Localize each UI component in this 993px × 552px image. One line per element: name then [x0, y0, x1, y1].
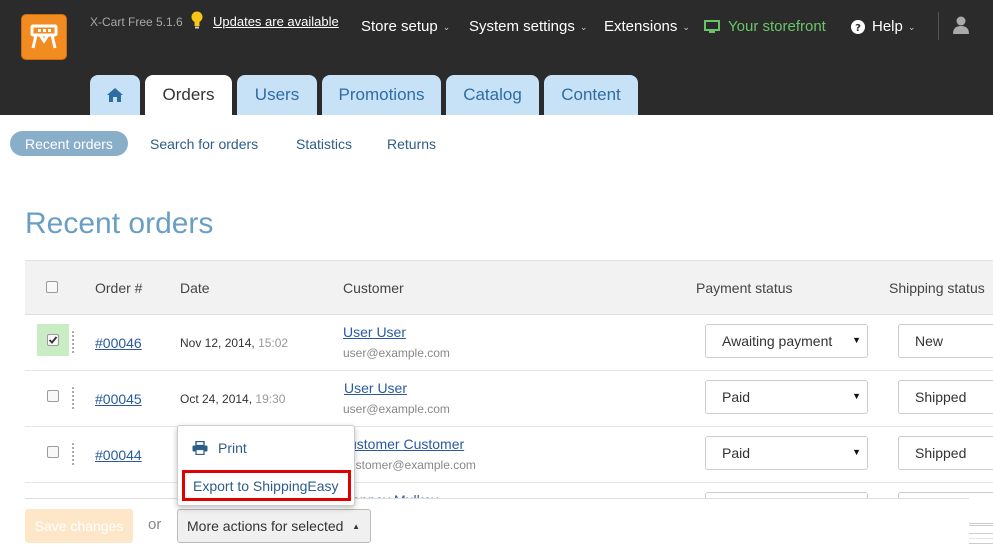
table-row: #00045 Oct 24, 2014, 19:30 User User use…: [25, 371, 993, 427]
shipping-status-select[interactable]: New: [898, 324, 993, 358]
tab-catalog[interactable]: Catalog: [446, 75, 539, 115]
tab-orders[interactable]: Orders: [145, 75, 232, 115]
subnav-search-orders[interactable]: Search for orders: [150, 131, 258, 156]
admin-page: X-Cart Free 5.1.6 Updates are available …: [0, 0, 993, 552]
payment-status-select[interactable]: Paid ▼: [705, 380, 868, 414]
column-shipping-status[interactable]: Shipping status: [889, 280, 985, 296]
table-row: #00046 Nov 12, 2014, 15:02 User User use…: [25, 315, 993, 371]
shipping-status-select[interactable]: Shipped: [898, 380, 993, 414]
customer-email: ustomer@example.com: [349, 458, 476, 472]
order-date: Nov 12, 2014, 15:02: [180, 336, 289, 350]
column-order[interactable]: Order #: [95, 280, 142, 296]
table-header: Order # Date Customer Payment status Shi…: [25, 260, 993, 315]
lightbulb-icon: [191, 11, 203, 29]
subnav-recent-orders[interactable]: Recent orders: [10, 131, 128, 156]
more-actions-button[interactable]: More actions for selected ▲: [177, 509, 371, 543]
table-row: #00044 ustomer Customer ustomer@example.…: [25, 427, 993, 483]
payment-status-select[interactable]: Paid ▼: [705, 436, 868, 470]
row-checkbox-cell[interactable]: [37, 436, 69, 468]
bottom-action-bar: [25, 498, 969, 552]
shipping-status-select[interactable]: Shipped: [898, 436, 993, 470]
subnav-statistics[interactable]: Statistics: [296, 131, 352, 156]
order-number-link[interactable]: #00044: [95, 447, 142, 463]
column-date[interactable]: Date: [180, 280, 210, 296]
tab-home[interactable]: [90, 75, 140, 115]
dropdown-arrow-icon: ▼: [852, 391, 861, 401]
resize-handle[interactable]: [969, 523, 993, 552]
user-icon[interactable]: [952, 16, 970, 34]
column-payment-status[interactable]: Payment status: [696, 280, 793, 296]
customer-name-link[interactable]: ustomer Customer: [349, 436, 464, 452]
customer-email: user@example.com: [343, 346, 450, 360]
customer-name-link[interactable]: User User: [343, 324, 406, 340]
dropdown-arrow-icon: ▼: [852, 447, 861, 457]
xcart-logo[interactable]: [21, 14, 67, 60]
dropdown-arrow-icon: ▼: [852, 335, 861, 345]
tab-content[interactable]: Content: [544, 75, 638, 115]
drag-handle[interactable]: [72, 387, 74, 409]
nav-extensions[interactable]: Extensions ⌄: [604, 18, 690, 35]
row-checkbox-cell[interactable]: [37, 324, 69, 356]
subnav-returns[interactable]: Returns: [387, 131, 436, 156]
save-changes-button[interactable]: Save changes: [25, 509, 133, 543]
version-label: X-Cart Free 5.1.6: [90, 15, 183, 29]
monitor-icon: [704, 19, 720, 33]
or-label: or: [148, 516, 162, 533]
nav-help[interactable]: ? Help ⌄: [851, 18, 915, 35]
printer-icon: [192, 441, 208, 455]
chevron-down-icon: ⌄: [682, 22, 690, 32]
row-checkbox[interactable]: [47, 446, 59, 458]
row-checkbox-cell[interactable]: [37, 380, 69, 412]
nav-system-settings[interactable]: System settings ⌄: [469, 18, 587, 35]
drag-handle[interactable]: [72, 331, 74, 353]
order-number-link[interactable]: #00046: [95, 335, 142, 351]
customer-email: user@example.com: [343, 402, 450, 416]
drag-handle[interactable]: [72, 443, 74, 465]
row-checkbox[interactable]: [47, 390, 59, 402]
chevron-down-icon: ⌄: [579, 22, 588, 32]
chevron-down-icon: ⌄: [907, 22, 916, 32]
chevron-down-icon: ⌄: [442, 22, 451, 32]
customer-name-link[interactable]: User User: [344, 380, 407, 396]
payment-status-select[interactable]: Awaiting payment ▼: [705, 324, 868, 358]
home-icon: [107, 88, 123, 102]
tab-users[interactable]: Users: [237, 75, 317, 115]
column-customer[interactable]: Customer: [343, 280, 404, 296]
row-checkbox[interactable]: [47, 334, 59, 346]
divider: [938, 12, 939, 40]
svg-text:?: ?: [855, 23, 861, 34]
checkmark-icon: [48, 336, 58, 344]
caret-up-icon: ▲: [352, 522, 360, 531]
order-date: Oct 24, 2014, 19:30: [180, 392, 286, 406]
nav-storefront[interactable]: Your storefront: [704, 18, 826, 35]
nav-store-setup[interactable]: Store setup ⌄: [361, 18, 450, 35]
page-title: Recent orders: [25, 207, 214, 240]
menu-item-export-shippingeasy[interactable]: Export to ShippingEasy: [182, 470, 351, 501]
updates-link[interactable]: Updates are available: [213, 14, 339, 29]
tab-promotions[interactable]: Promotions: [322, 75, 441, 115]
order-number-link[interactable]: #00045: [95, 391, 142, 407]
question-icon: ?: [851, 19, 865, 34]
menu-item-print[interactable]: Print: [192, 440, 247, 456]
select-all-checkbox[interactable]: [46, 281, 58, 293]
more-actions-menu: Print Export to ShippingEasy: [177, 425, 355, 506]
